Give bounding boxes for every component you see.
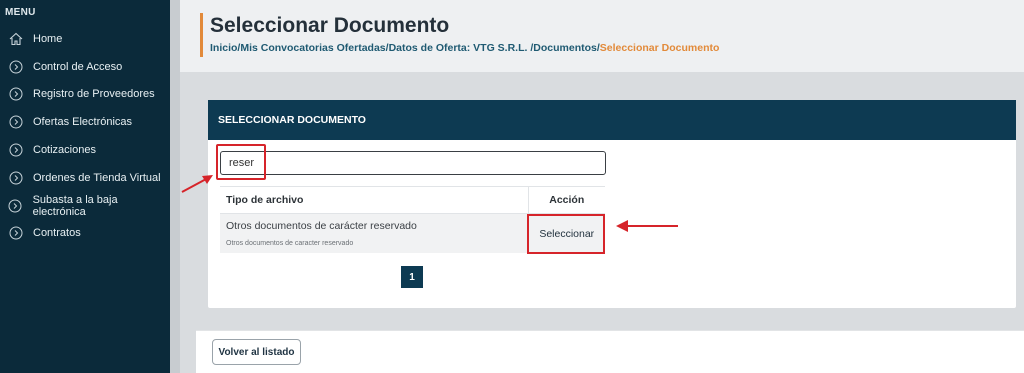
sidebar-item-contratos[interactable]: Contratos (0, 220, 170, 248)
column-header-type: Tipo de archivo (220, 186, 528, 214)
card-title: SELECCIONAR DOCUMENTO (208, 100, 1016, 140)
menu-title: MENU (5, 7, 36, 18)
title-accent-bar (200, 13, 203, 57)
table-row: Otros documentos de carácter reservado O… (220, 213, 605, 253)
column-header-action: Acción (527, 186, 605, 214)
sidebar-item-label: Home (33, 32, 63, 45)
chevron-circle-icon (8, 226, 23, 241)
sidebar-item-ofertas-electronicas[interactable]: Ofertas Electrónicas (0, 108, 170, 136)
sidebar-item-registro-proveedores[interactable]: Registro de Proveedores (0, 81, 170, 109)
chevron-circle-icon (8, 198, 23, 213)
sidebar-item-label: Ordenes de Tienda Virtual (33, 171, 161, 184)
search-input[interactable] (220, 151, 606, 175)
chevron-circle-icon (8, 87, 23, 102)
sidebar-item-cotizaciones[interactable]: Cotizaciones (0, 136, 170, 164)
select-document-card: SELECCIONAR DOCUMENTO Tipo de archivo Ac… (208, 100, 1016, 308)
select-button[interactable]: Seleccionar (539, 228, 594, 240)
sidebar-item-home[interactable]: Home (0, 25, 170, 53)
page-footer: Volver al listado (196, 330, 1024, 373)
sidebar-item-label: Ofertas Electrónicas (33, 116, 133, 129)
breadcrumb-convocatorias[interactable]: Mis Convocatorias Ofertadas (240, 42, 385, 54)
sidebar-item-label: Control de Acceso (33, 60, 123, 73)
chevron-circle-icon (8, 170, 23, 185)
sidebar-item-control-acceso[interactable]: Control de Acceso (0, 53, 170, 81)
sidebar: MENU Home Control de Acceso Registro de … (0, 0, 170, 373)
home-icon (8, 31, 23, 46)
breadcrumb: Inicio/Mis Convocatorias Ofertadas/Datos… (210, 42, 719, 54)
breadcrumb-datos-oferta[interactable]: Datos de Oferta: VTG S.R.L. (389, 42, 531, 54)
sidebar-item-ordenes-tienda[interactable]: Ordenes de Tienda Virtual (0, 164, 170, 192)
sidebar-item-label: Cotizaciones (33, 144, 96, 157)
chevron-circle-icon (8, 59, 23, 74)
document-type-subtitle: Otros documentos de caracter reservado (226, 240, 354, 247)
action-cell: Seleccionar (527, 213, 605, 253)
sidebar-item-subasta[interactable]: Subasta a la baja electrónica (0, 192, 170, 220)
breadcrumb-documentos[interactable]: Documentos (533, 42, 597, 54)
breadcrumb-current: Seleccionar Documento (599, 42, 720, 54)
table-header-row: Tipo de archivo Acción (220, 186, 605, 214)
chevron-circle-icon (8, 143, 23, 158)
back-to-list-button[interactable]: Volver al listado (212, 339, 301, 365)
pagination-page-button[interactable]: 1 (401, 266, 423, 288)
sidebar-item-label: Registro de Proveedores (33, 88, 155, 101)
sidebar-divider (170, 0, 180, 373)
document-type-table: Tipo de archivo Acción Otros documentos … (220, 186, 605, 253)
page-title: Seleccionar Documento (210, 14, 450, 37)
page-header: Seleccionar Documento Inicio/Mis Convoca… (180, 0, 1024, 72)
document-type-title: Otros documentos de carácter reservado (226, 220, 417, 232)
sidebar-item-label: Contratos (33, 227, 81, 240)
sidebar-item-label: Subasta a la baja electrónica (32, 193, 118, 218)
chevron-circle-icon (8, 115, 23, 130)
breadcrumb-inicio[interactable]: Inicio (210, 42, 237, 54)
document-type-cell: Otros documentos de carácter reservado O… (220, 213, 528, 253)
